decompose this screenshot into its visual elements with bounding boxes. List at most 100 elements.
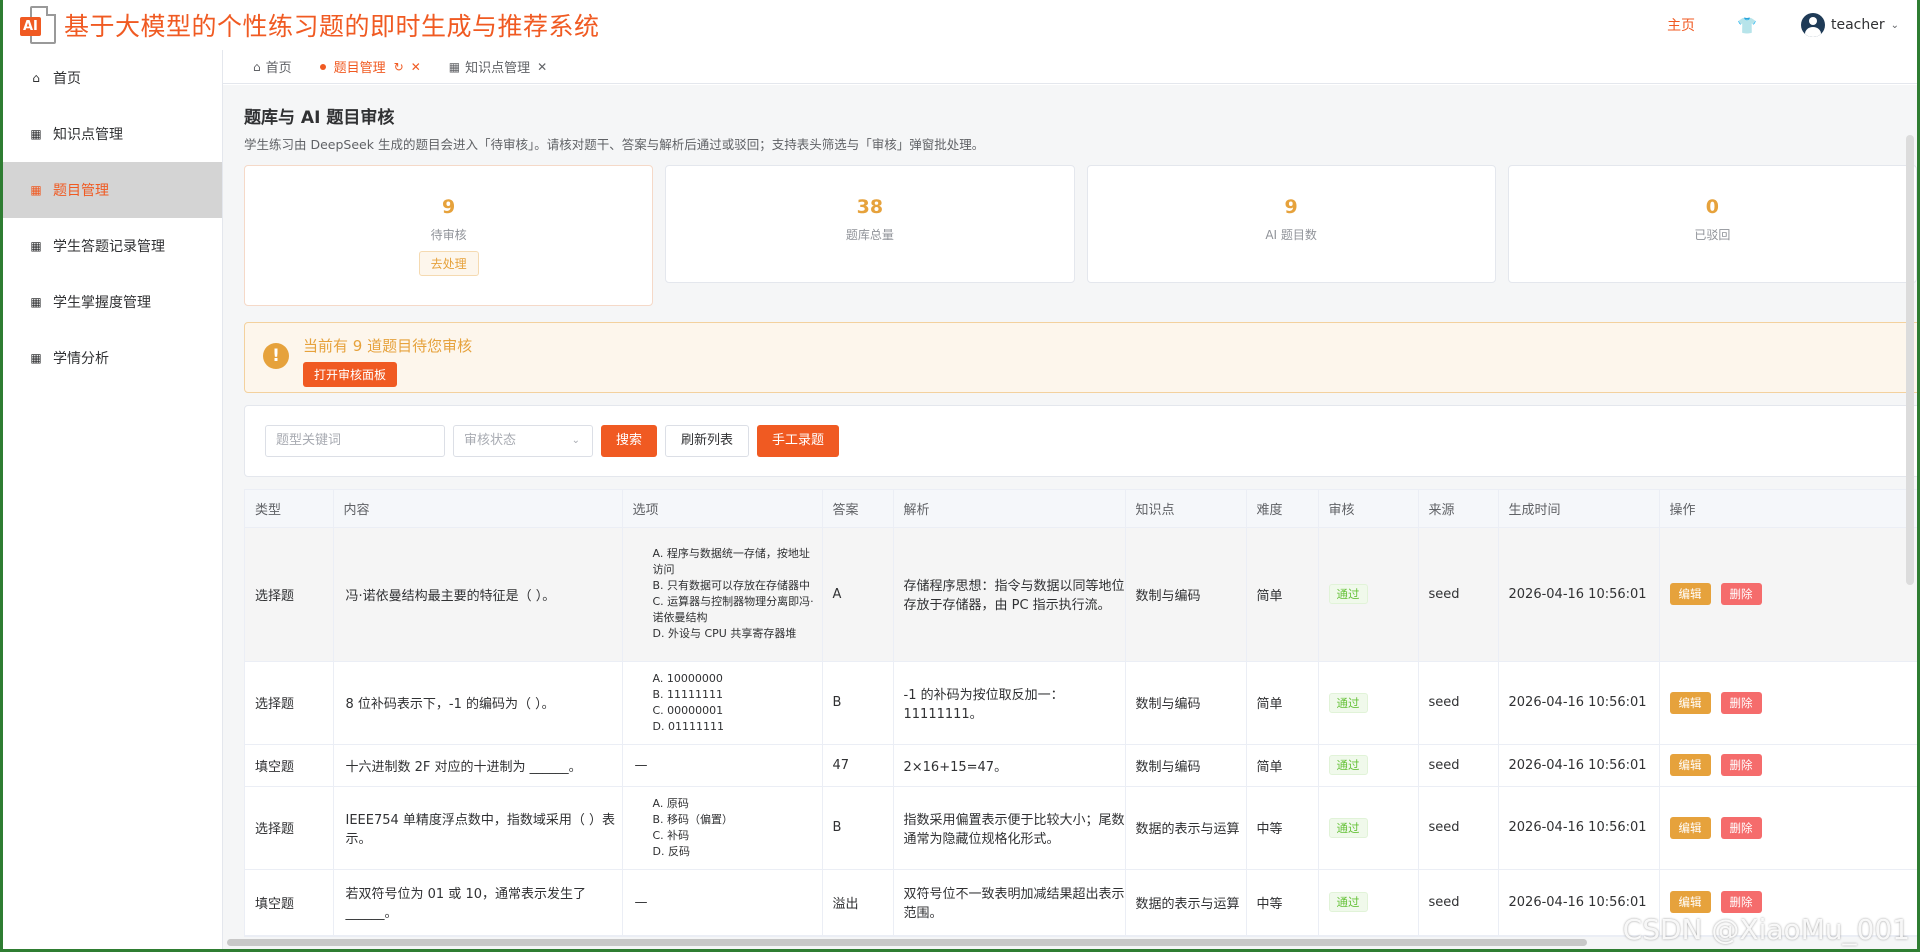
active-dot-icon — [319, 63, 326, 70]
cell-actions: 编辑 删除 — [1659, 661, 1917, 745]
close-icon[interactable]: ✕ — [411, 60, 421, 74]
cell-status: 通过 — [1318, 527, 1419, 662]
sidebar-item-label: 学生掌握度管理 — [53, 295, 151, 311]
column-header[interactable]: 答案 — [822, 490, 894, 528]
open-review-panel-button[interactable]: 打开审核面板 — [303, 362, 398, 387]
refresh-icon[interactable]: ↻ — [394, 60, 404, 74]
cell-difficulty: 中等 — [1246, 786, 1319, 870]
refresh-list-button[interactable]: 刷新列表 — [665, 425, 750, 457]
stat-value: 9 — [442, 196, 456, 218]
user-menu[interactable]: teacher ⌄ — [1800, 13, 1899, 37]
table-row[interactable]: 选择题 8 位补码表示下，-1 的编码为（ ）。 A. 10000000 B. … — [245, 661, 1917, 745]
stat-card-ai: 9 AI 题目数 — [1086, 165, 1496, 283]
cell-type: 选择题 — [245, 527, 334, 662]
manual-entry-button[interactable]: 手工录题 — [757, 425, 840, 457]
sidebar-item-knowledge[interactable]: ▦ 知识点管理 — [3, 106, 222, 162]
app-header: AI 基于大模型的个性练习题的即时生成与推荐系统 主页 👕 teacher ⌄ — [3, 0, 1917, 50]
question-table: 类型 内容 选项 答案 解析 知识点 难度 审核 来源 生成时间 操作 选择题 … — [244, 489, 1917, 937]
cell-analysis: 双符号位不一致表明加减结果超出表示范围。 — [893, 869, 1126, 936]
edit-button[interactable]: 编辑 — [1669, 754, 1711, 776]
nav-home-link[interactable]: 主页 — [1667, 15, 1695, 35]
stat-card-pending: 9 待审核 去处理 — [244, 165, 654, 306]
chevron-down-icon: ⌄ — [1890, 19, 1899, 31]
status-badge: 通过 — [1328, 892, 1368, 912]
cell-answer: B — [822, 786, 894, 870]
cell-content: 若双符号位为 01 或 10，通常表示发生了 ______。 — [333, 869, 623, 936]
avatar — [1800, 13, 1825, 37]
column-header[interactable]: 生成时间 — [1498, 490, 1660, 528]
go-process-button[interactable]: 去处理 — [418, 251, 479, 276]
column-header[interactable]: 来源 — [1418, 490, 1499, 528]
sidebar-item-label: 知识点管理 — [53, 127, 123, 143]
cell-actions: 编辑 删除 — [1659, 744, 1917, 787]
column-header[interactable]: 难度 — [1246, 490, 1319, 528]
delete-button[interactable]: 删除 — [1720, 754, 1762, 776]
column-header[interactable]: 类型 — [245, 490, 334, 528]
cell-difficulty: 中等 — [1246, 869, 1319, 936]
sidebar-item-label: 学情分析 — [53, 351, 109, 367]
cell-actions: 编辑 删除 — [1659, 786, 1917, 870]
sidebar-item-analysis[interactable]: ▦ 学情分析 — [3, 330, 222, 386]
table-row[interactable]: 填空题 十六进制数 2F 对应的十进制为 ______。 — 47 2×16+1… — [245, 744, 1917, 787]
cell-type: 选择题 — [245, 661, 334, 745]
table-row[interactable]: 选择题 IEEE754 单精度浮点数中，指数域采用（ ）表示。 A. 原码 B.… — [245, 786, 1917, 870]
edit-button[interactable]: 编辑 — [1669, 583, 1711, 605]
close-icon[interactable]: ✕ — [537, 60, 547, 74]
stat-card-rejected: 0 已驳回 — [1507, 165, 1917, 283]
cell-difficulty: 简单 — [1246, 527, 1319, 662]
cell-options: A. 程序与数据统一存储，按地址访问 B. 只有数据可以存放在存储器中 C. 运… — [622, 527, 823, 662]
column-header[interactable]: 知识点 — [1125, 490, 1247, 528]
tab-home[interactable]: ⌂ 首页 — [253, 57, 292, 77]
sidebar-item-home[interactable]: ⌂ 首页 — [3, 50, 222, 106]
column-header[interactable]: 审核 — [1318, 490, 1419, 528]
column-header[interactable]: 选项 — [622, 490, 823, 528]
status-badge: 通过 — [1328, 755, 1368, 775]
delete-button[interactable]: 删除 — [1720, 691, 1762, 714]
edit-button[interactable]: 编辑 — [1669, 691, 1711, 714]
cell-status: 通过 — [1318, 786, 1419, 870]
delete-button[interactable]: 删除 — [1720, 891, 1762, 913]
table-header-row: 类型 内容 选项 答案 解析 知识点 难度 审核 来源 生成时间 操作 — [245, 490, 1917, 528]
cell-type: 选择题 — [245, 786, 334, 870]
keyword-input[interactable]: 题型关键词 — [265, 425, 445, 457]
cell-difficulty: 简单 — [1246, 661, 1319, 745]
sidebar-item-questions[interactable]: ▦ 题目管理 — [3, 162, 222, 218]
home-icon: ⌂ — [253, 59, 261, 74]
cell-source: seed — [1418, 786, 1499, 870]
filter-bar: 题型关键词 审核状态 ⌄ 搜索 刷新列表 手工录题 — [244, 405, 1917, 477]
status-select[interactable]: 审核状态 ⌄ — [453, 425, 593, 457]
grid-icon: ▦ — [30, 183, 42, 197]
cell-content: 冯·诺依曼结构最主要的特征是（ ）。 — [333, 527, 623, 662]
delete-button[interactable]: 删除 — [1720, 583, 1762, 605]
edit-button[interactable]: 编辑 — [1669, 816, 1711, 839]
sidebar-item-answer-records[interactable]: ▦ 学生答题记录管理 — [3, 218, 222, 274]
cell-time: 2026-04-16 10:56:01 — [1498, 661, 1660, 745]
cell-knowledge-point: 数据的表示与运算 — [1125, 869, 1247, 936]
tab-questions[interactable]: 题目管理 ↻ ✕ — [319, 57, 421, 76]
sidebar-item-mastery[interactable]: ▦ 学生掌握度管理 — [3, 274, 222, 330]
delete-button[interactable]: 删除 — [1720, 816, 1762, 839]
vertical-scrollbar[interactable] — [1906, 135, 1914, 585]
cell-knowledge-point: 数制与编码 — [1125, 744, 1247, 787]
stat-cards: 9 待审核 去处理 38 题库总量 9 AI 题目数 0 已驳回 — [244, 165, 1917, 306]
search-button[interactable]: 搜索 — [601, 425, 658, 457]
tab-bar: ⌂ 首页 题目管理 ↻ ✕ ▦ 知识点管理 ✕ — [223, 50, 1917, 84]
cell-time: 2026-04-16 10:56:01 — [1498, 744, 1660, 787]
cell-knowledge-point: 数制与编码 — [1125, 527, 1247, 662]
cell-status: 通过 — [1318, 869, 1419, 936]
horizontal-scrollbar[interactable] — [227, 939, 1587, 946]
column-header[interactable]: 解析 — [893, 490, 1126, 528]
cell-status: 通过 — [1318, 744, 1419, 787]
sidebar: ⌂ 首页 ▦ 知识点管理 ▦ 题目管理 ▦ 学生答题记录管理 ▦ 学生掌握度管理… — [3, 50, 223, 952]
column-header[interactable]: 操作 — [1659, 490, 1917, 528]
cell-status: 通过 — [1318, 661, 1419, 745]
theme-shirt-icon[interactable]: 👕 — [1737, 16, 1757, 35]
cell-answer: B — [822, 661, 894, 745]
column-header[interactable]: 内容 — [333, 490, 623, 528]
pending-alert: ! 当前有 9 道题目待您审核 打开审核面板 — [244, 322, 1917, 393]
sidebar-item-label: 首页 — [53, 71, 81, 87]
table-row[interactable]: 选择题 冯·诺依曼结构最主要的特征是（ ）。 A. 程序与数据统一存储，按地址访… — [245, 527, 1917, 662]
tab-knowledge[interactable]: ▦ 知识点管理 ✕ — [449, 57, 547, 77]
status-badge: 通过 — [1328, 692, 1368, 713]
edit-button[interactable]: 编辑 — [1669, 891, 1711, 913]
